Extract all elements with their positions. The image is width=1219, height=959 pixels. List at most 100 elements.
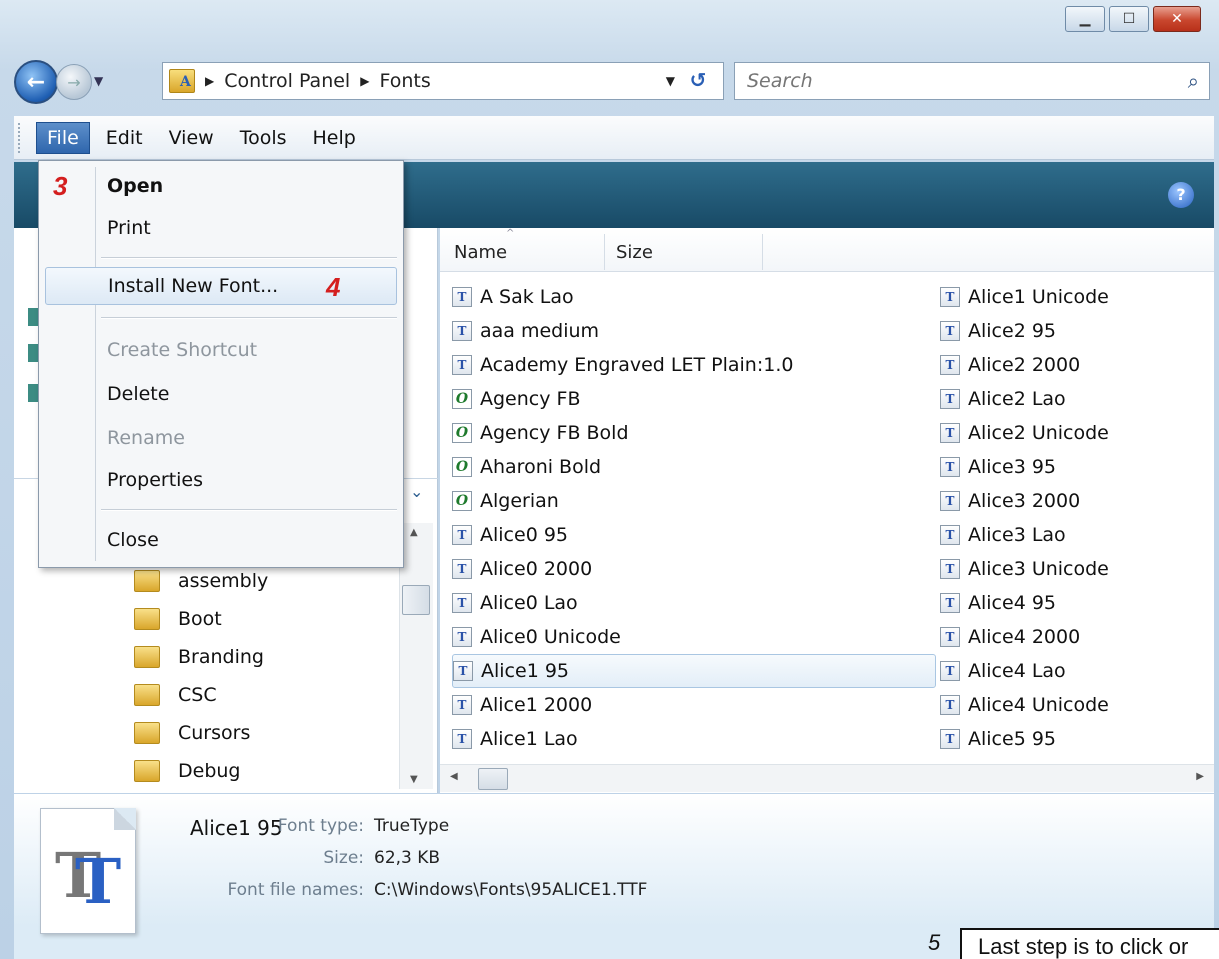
font-list-item[interactable]: T Alice2 Lao: [940, 382, 1210, 416]
font-name: Alice3 Lao: [968, 524, 1066, 546]
font-list-item[interactable]: T Alice4 2000: [940, 620, 1210, 654]
tree-item[interactable]: Branding: [134, 638, 268, 676]
font-list-item[interactable]: T A Sak Lao: [452, 280, 936, 314]
column-size[interactable]: Size: [616, 242, 653, 263]
font-list-item[interactable]: T Alice1 2000: [452, 688, 936, 722]
help-icon[interactable]: ?: [1168, 182, 1194, 208]
font-list-item[interactable]: T Alice3 95: [940, 450, 1210, 484]
menu-item-print[interactable]: Print: [39, 209, 403, 247]
font-name: Alice0 Lao: [480, 592, 578, 614]
font-list-item[interactable]: O Algerian: [452, 484, 936, 518]
scroll-right-icon[interactable]: ▶: [1196, 771, 1204, 782]
tree-item[interactable]: Boot: [134, 600, 268, 638]
font-list-item[interactable]: T Alice3 Lao: [940, 518, 1210, 552]
font-name: Alice0 95: [480, 524, 568, 546]
font-list-item[interactable]: T Alice4 Unicode: [940, 688, 1210, 722]
menu-separator: [101, 509, 397, 511]
font-list-item[interactable]: T Alice2 Unicode: [940, 416, 1210, 450]
menu-item-properties[interactable]: Properties: [39, 461, 403, 499]
font-list-item[interactable]: O Agency FB Bold: [452, 416, 936, 450]
folder-icon: [134, 722, 160, 744]
menu-item-close[interactable]: Close: [39, 521, 403, 559]
refresh-icon[interactable]: ↺: [678, 68, 718, 94]
address-dropdown-icon[interactable]: ▼: [666, 74, 675, 88]
fonts-window: ▁ ☐ ✕ ← → ▼ A ▶ Control Panel ▶ Fonts ▼ …: [0, 0, 1219, 959]
font-list-pane: Name ^ Size TA Sak Lao Taaa medium T Academ…: [440, 228, 1214, 793]
font-list-item[interactable]: O Aharoni Bold: [452, 450, 936, 484]
font-name: Alice1 2000: [480, 694, 593, 716]
column-divider[interactable]: [762, 234, 763, 270]
forward-arrow-icon: →: [67, 72, 81, 92]
menu-item-delete[interactable]: Delete: [39, 375, 403, 413]
scroll-thumb[interactable]: [478, 768, 508, 790]
tree-item[interactable]: CSC: [134, 676, 268, 714]
font-name: Alice2 2000: [968, 354, 1081, 376]
font-list-item[interactable]: T Alice4 Lao: [940, 654, 1210, 688]
truetype-font-icon: T: [940, 729, 960, 749]
font-list-item[interactable]: T Alice4 95: [940, 586, 1210, 620]
search-icon[interactable]: ⌕: [1188, 69, 1199, 93]
column-divider[interactable]: [604, 234, 605, 270]
folders-chevron-icon[interactable]: ⌄: [410, 482, 423, 501]
scroll-up-icon[interactable]: ▲: [410, 527, 418, 538]
scroll-down-icon[interactable]: ▼: [410, 774, 418, 785]
menu-view[interactable]: View: [159, 123, 224, 153]
font-name: Alice0 2000: [480, 558, 593, 580]
font-list-item[interactable]: T Alice0 Unicode: [452, 620, 936, 654]
menu-item-install-new-font[interactable]: Install New Font... 4: [45, 267, 397, 305]
back-button[interactable]: ←: [14, 60, 58, 104]
menu-tools[interactable]: Tools: [230, 123, 297, 153]
font-name: Alice4 Unicode: [968, 694, 1109, 716]
font-type-value: TrueType: [374, 816, 450, 836]
font-list-item[interactable]: T Alice3 2000: [940, 484, 1210, 518]
font-list-item[interactable]: T Alice0 95: [452, 518, 936, 552]
column-header: Name ^ Size: [440, 228, 1214, 272]
font-list-item[interactable]: O Agency FB: [452, 382, 936, 416]
font-list-item[interactable]: T Alice2 2000: [940, 348, 1210, 382]
truetype-font-icon: T: [452, 525, 472, 545]
breadcrumb-fonts[interactable]: Fonts: [379, 70, 430, 92]
horizontal-scrollbar[interactable]: ◀ ▶: [440, 764, 1214, 792]
forward-button[interactable]: →: [56, 64, 92, 100]
font-list-item[interactable]: T Alice0 2000: [452, 552, 936, 586]
truetype-font-icon: T: [452, 355, 472, 375]
recent-pages-dropdown[interactable]: ▼: [94, 74, 103, 88]
font-list-item[interactable]: T Alice2 95: [940, 314, 1210, 348]
truetype-font-icon: T: [940, 355, 960, 375]
menu-edit[interactable]: Edit: [96, 123, 153, 153]
font-list-item[interactable]: T Alice1 Unicode: [940, 280, 1210, 314]
font-name: Aharoni Bold: [480, 456, 602, 478]
opentype-font-icon: O: [452, 389, 472, 409]
font-list-item[interactable]: T Alice0 Lao: [452, 586, 936, 620]
scroll-left-icon[interactable]: ◀: [450, 771, 458, 782]
folder-icon: [134, 608, 160, 630]
font-list-item[interactable]: T Alice5 95: [940, 722, 1210, 756]
minimize-button[interactable]: ▁: [1065, 6, 1105, 32]
menu-help[interactable]: Help: [303, 123, 366, 153]
maximize-button[interactable]: ☐: [1109, 6, 1149, 32]
address-bar[interactable]: A ▶ Control Panel ▶ Fonts ▼: [162, 62, 724, 100]
folder-icon: [134, 760, 160, 782]
font-list-item[interactable]: T Alice1 Lao: [452, 722, 936, 756]
tree-item[interactable]: Debug: [134, 752, 268, 790]
font-list-item[interactable]: T Alice1 95: [452, 654, 936, 688]
truetype-font-icon: T: [940, 321, 960, 341]
tree-vertical-scrollbar[interactable]: ▲ ▼: [399, 523, 433, 789]
menu-file[interactable]: File: [36, 121, 90, 154]
close-button[interactable]: ✕: [1153, 6, 1201, 32]
font-list-item[interactable]: T Academy Engraved LET Plain:1.0: [452, 348, 936, 382]
menu-item-open[interactable]: Open: [39, 167, 403, 205]
truetype-font-icon: T: [940, 389, 960, 409]
menu-item-create-shortcut[interactable]: Create Shortcut: [39, 331, 403, 369]
search-box[interactable]: ⌕: [734, 62, 1210, 100]
font-list-item[interactable]: Taaa medium: [452, 314, 936, 348]
column-name[interactable]: Name: [454, 242, 507, 263]
scroll-thumb[interactable]: [402, 585, 430, 615]
font-list-item[interactable]: T Alice3 Unicode: [940, 552, 1210, 586]
search-input[interactable]: [747, 70, 1147, 92]
truetype-font-icon: T: [940, 287, 960, 307]
close-icon: ✕: [1171, 11, 1183, 27]
menu-item-rename[interactable]: Rename: [39, 419, 403, 457]
tree-item[interactable]: Cursors: [134, 714, 268, 752]
breadcrumb-control-panel[interactable]: Control Panel: [224, 70, 350, 92]
